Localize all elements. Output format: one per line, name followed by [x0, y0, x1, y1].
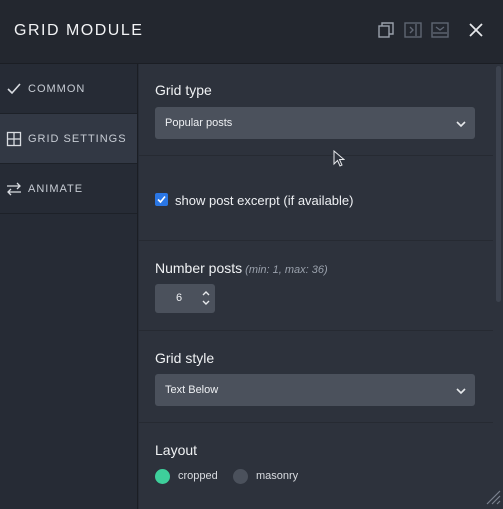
grid-style-section: Grid style Text Below — [139, 331, 493, 423]
grid-style-select[interactable]: Text Below — [155, 374, 475, 406]
collapse-right-icon[interactable] — [403, 20, 423, 40]
panel-title: GRID MODULE — [14, 22, 144, 39]
number-posts-value: 6 — [176, 292, 183, 304]
stepper-arrows-icon[interactable] — [201, 287, 211, 309]
scrollbar[interactable] — [496, 66, 501, 302]
grid-type-value: Popular posts — [165, 117, 233, 129]
resize-handle-icon[interactable] — [485, 489, 501, 505]
mouse-cursor-icon — [333, 149, 346, 168]
grid-type-label: Grid type — [155, 82, 212, 98]
chevron-down-icon — [455, 117, 467, 129]
excerpt-checkbox[interactable] — [155, 193, 168, 206]
sidebar-item-label: GRID SETTINGS — [28, 132, 127, 145]
number-posts-label-text: Number posts — [155, 260, 243, 276]
sidebar-item-label: ANIMATE — [28, 182, 84, 195]
sidebar-item-animate[interactable]: ANIMATE — [0, 164, 137, 214]
chevron-down-icon — [455, 384, 467, 396]
layout-option-cropped[interactable]: cropped — [178, 470, 218, 482]
layout-radio-masonry[interactable] — [233, 469, 248, 484]
sidebar-item-common[interactable]: COMMON — [0, 64, 137, 114]
close-icon[interactable] — [466, 20, 486, 40]
grid-style-label: Grid style — [155, 350, 215, 366]
sidebar-item-label: COMMON — [28, 82, 86, 95]
sidebar-item-grid-settings[interactable]: GRID SETTINGS — [0, 114, 137, 164]
layout-label: Layout — [155, 442, 198, 458]
collapse-down-icon[interactable] — [430, 20, 450, 40]
layout-radio-cropped[interactable] — [155, 469, 170, 484]
panel-header: GRID MODULE — [0, 0, 503, 64]
swap-arrows-icon — [5, 180, 23, 198]
grid-type-select[interactable]: Popular posts — [155, 107, 475, 139]
duplicate-icon[interactable] — [376, 20, 396, 40]
number-posts-stepper[interactable]: 6 — [155, 284, 215, 313]
layout-section: Layout — [139, 423, 493, 509]
layout-option-masonry[interactable]: masonry — [256, 470, 298, 482]
grid-icon — [5, 130, 23, 148]
settings-panel: Grid type Popular posts show post excerp… — [139, 64, 503, 509]
excerpt-label[interactable]: show post excerpt (if available) — [175, 193, 353, 208]
number-posts-hint: (min: 1, max: 36) — [245, 264, 328, 276]
grid-style-value: Text Below — [165, 384, 219, 396]
number-posts-label: Number posts (min: 1, max: 36) — [155, 260, 328, 276]
check-icon — [5, 80, 23, 98]
sidebar: COMMON GRID SETTINGS ANIMATE — [0, 64, 138, 509]
grid-type-section: Grid type Popular posts — [139, 64, 493, 156]
